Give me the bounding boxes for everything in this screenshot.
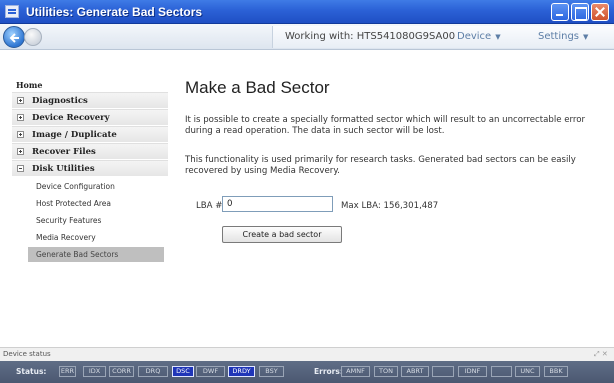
sidebar-item-media-recovery[interactable]: Media Recovery — [36, 233, 96, 242]
expand-plus-icon[interactable] — [17, 97, 24, 104]
sidebar-item-home[interactable]: Home — [16, 80, 42, 90]
sidebar-item-label: Image / Duplicate — [32, 130, 117, 140]
status-flag-drq: DRQ — [138, 366, 168, 377]
lba-input[interactable] — [222, 196, 333, 212]
error-flag-amnf: AMNF — [341, 366, 370, 377]
sidebar-item-label: Disk Utilities — [32, 164, 95, 174]
status-flag-corr: CORR — [109, 366, 134, 377]
sidebar-item-diagnostics[interactable]: Diagnostics — [12, 92, 168, 108]
create-bad-sector-button[interactable]: Create a bad sector — [222, 226, 342, 243]
page-title: Make a Bad Sector — [185, 78, 330, 97]
error-flag-abrt: ABRT — [401, 366, 429, 377]
error-flag-idnf: IDNF — [458, 366, 487, 377]
lba-label: LBA # — [196, 201, 223, 211]
research-note-paragraph: This functionality is used primarily for… — [185, 155, 576, 176]
window-title: Utilities: Generate Bad Sectors — [26, 5, 203, 19]
close-button[interactable] — [591, 3, 609, 21]
status-flag-idx: IDX — [83, 366, 106, 377]
sidebar-nav: Home Diagnostics Device Recovery Image /… — [12, 58, 168, 348]
sidebar-item-label: Diagnostics — [32, 96, 88, 106]
maximize-button[interactable] — [571, 3, 589, 21]
settings-menu[interactable]: Settings ▼ — [538, 31, 588, 42]
sidebar-item-host-protected-area[interactable]: Host Protected Area — [36, 199, 111, 208]
error-flag-unc: UNC — [515, 366, 540, 377]
status-flag-drdy: DRDY — [228, 366, 255, 377]
sidebar-item-security-features[interactable]: Security Features — [36, 216, 101, 225]
sidebar-item-label: Recover Files — [32, 147, 96, 157]
settings-menu-label: Settings — [538, 31, 580, 42]
sidebar-item-disk-utilities[interactable]: Disk Utilities — [12, 160, 168, 176]
status-bar: Status: ERR IDX CORR DRQ DSC DWF DRDY BS… — [0, 361, 614, 383]
device-status-panel: Device status ⤢ ✕ — [0, 347, 614, 361]
status-flag-dwf: DWF — [196, 366, 225, 377]
working-with-label: Working with: HTS541080G9SA00 — [285, 31, 456, 42]
chevron-down-icon: ▼ — [495, 33, 501, 41]
panel-controls-icon[interactable]: ⤢ ✕ — [594, 350, 608, 359]
expand-plus-icon[interactable] — [17, 114, 24, 121]
sidebar-item-label: Device Recovery — [32, 113, 110, 123]
sidebar-item-device-configuration[interactable]: Device Configuration — [36, 182, 115, 191]
minimize-button[interactable] — [551, 3, 569, 21]
device-status-label: Device status — [3, 350, 51, 358]
error-flag-bbk: BBK — [544, 366, 568, 377]
error-flag-ton: TON — [374, 366, 398, 377]
status-flag-err: ERR — [59, 366, 76, 377]
error-flags-label: Errors: — [314, 367, 343, 376]
back-arrow-icon[interactable] — [3, 26, 25, 48]
forward-arrow-icon[interactable] — [24, 28, 42, 46]
chevron-down-icon: ▼ — [583, 33, 589, 41]
device-menu[interactable]: Device ▼ — [457, 31, 501, 42]
status-flags-label: Status: — [16, 367, 47, 376]
status-flag-dsc: DSC — [172, 366, 194, 377]
sidebar-item-device-recovery[interactable]: Device Recovery — [12, 109, 168, 125]
error-flag-blank-1 — [432, 366, 454, 377]
sidebar-item-generate-bad-sectors[interactable]: Generate Bad Sectors — [28, 247, 164, 262]
device-menu-label: Device — [457, 31, 492, 42]
toolbar-info-area: Working with: HTS541080G9SA00 Device ▼ Se… — [272, 26, 614, 48]
description-paragraph: It is possible to create a specially for… — [185, 115, 586, 136]
max-lba-label: Max LBA: 156,301,487 — [341, 201, 439, 211]
title-bar: Utilities: Generate Bad Sectors — [0, 0, 614, 24]
sidebar-item-image-duplicate[interactable]: Image / Duplicate — [12, 126, 168, 142]
toolbar: Working with: HTS541080G9SA00 Device ▼ Se… — [0, 24, 614, 50]
collapse-minus-icon[interactable] — [17, 165, 24, 172]
status-flag-bsy: BSY — [259, 366, 284, 377]
error-flag-blank-2 — [491, 366, 512, 377]
expand-plus-icon[interactable] — [17, 148, 24, 155]
app-window-icon — [5, 5, 19, 18]
sidebar-item-recover-files[interactable]: Recover Files — [12, 143, 168, 159]
expand-plus-icon[interactable] — [17, 131, 24, 138]
